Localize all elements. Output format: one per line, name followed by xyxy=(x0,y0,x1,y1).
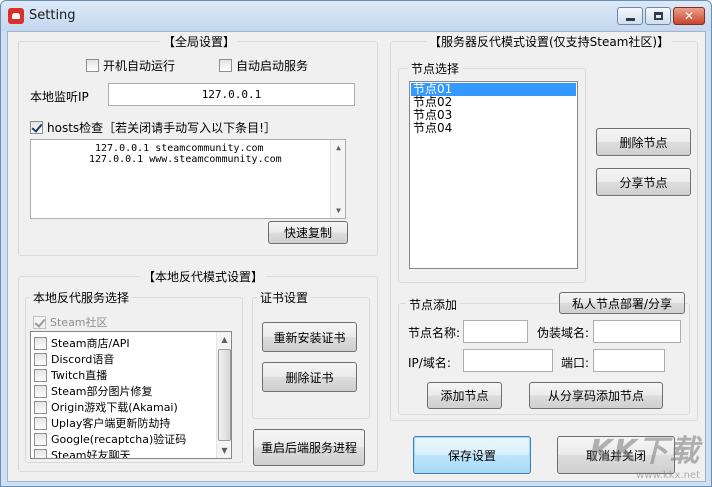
service-item[interactable]: Google(recaptcha)验证码 xyxy=(34,431,186,447)
hosts-check-box[interactable] xyxy=(30,121,43,134)
reinstall-cert-button[interactable]: 重新安装证书 xyxy=(262,322,357,352)
local-proxy-title: 【本地反代模式设置】 xyxy=(140,268,267,285)
service-select-label: 本地反代服务选择 xyxy=(30,289,133,306)
fake-domain-label: 伪装域名: xyxy=(537,326,590,340)
autoservice-checkbox[interactable]: 自动启动服务 xyxy=(219,57,308,74)
services-list: Steam商店/API Discord语音 Twitch直播 Steam部分图片修复 O… xyxy=(34,335,186,459)
app-icon xyxy=(8,8,24,24)
service-checkbox[interactable] xyxy=(34,416,47,430)
node-name-label: 节点名称: xyxy=(408,326,461,340)
scroll-down-icon[interactable]: ▼ xyxy=(217,443,231,458)
service-item[interactable]: Origin游戏下载(Akamai) xyxy=(34,399,186,415)
hosts-scrollbar[interactable]: ▲ ▼ xyxy=(330,140,345,218)
node-select-label: 节点选择 xyxy=(408,60,463,77)
add-node-button[interactable]: 添加节点 xyxy=(427,382,502,409)
autostart-label: 开机自动运行 xyxy=(103,59,176,73)
save-settings-button[interactable]: 保存设置 xyxy=(413,436,531,474)
service-checkbox[interactable] xyxy=(34,368,47,382)
ip-domain-label: IP/域名: xyxy=(408,356,451,370)
autoservice-box[interactable] xyxy=(219,59,232,72)
service-label: Google(recaptcha)验证码 xyxy=(51,433,187,446)
node-name-input[interactable] xyxy=(463,320,528,343)
add-from-share-code-button[interactable]: 从分享码添加节点 xyxy=(529,382,663,409)
share-node-button[interactable]: 分享节点 xyxy=(596,168,691,196)
hosts-entries-textarea[interactable]: 127.0.0.1 steamcommunity.com 127.0.0.1 w… xyxy=(30,139,346,219)
hosts-check-label: hosts检查［若关闭请手动写入以下条目!］ xyxy=(47,121,276,135)
delete-node-button[interactable]: 删除节点 xyxy=(596,128,691,156)
service-checkbox[interactable] xyxy=(34,448,47,458)
service-label: Twitch直播 xyxy=(51,369,108,382)
watermark-url: www.kkx.net xyxy=(636,470,700,481)
watermark: KK下载 www.kkx.net xyxy=(590,426,701,481)
service-item[interactable]: Twitch直播 xyxy=(34,367,186,383)
close-button[interactable]: ✕ xyxy=(673,7,705,25)
port-label: 端口: xyxy=(561,356,590,370)
service-label: Discord语音 xyxy=(51,353,115,366)
services-scroll-thumb[interactable] xyxy=(218,349,231,441)
close-icon: ✕ xyxy=(683,9,695,23)
node-listbox[interactable]: 节点01 节点02 节点03 节点04 xyxy=(409,81,578,269)
minimize-button[interactable] xyxy=(617,7,643,25)
scroll-up-icon[interactable]: ▲ xyxy=(217,332,231,347)
steam-community-checkbox: Steam社区 xyxy=(33,314,108,330)
cert-settings-group xyxy=(252,297,370,419)
node-list: 节点01 节点02 节点03 节点04 xyxy=(411,83,576,135)
listen-ip-label: 本地监听IP xyxy=(30,90,89,104)
restart-service-button[interactable]: 重启后端服务进程 xyxy=(253,429,365,466)
hosts-line-1: 127.0.0.1 steamcommunity.com xyxy=(95,143,264,154)
hosts-line-2: 127.0.0.1 www.steamcommunity.com xyxy=(89,154,282,165)
fake-domain-input[interactable] xyxy=(593,320,681,343)
maximize-button[interactable] xyxy=(645,7,671,25)
service-label: Steam部分图片修复 xyxy=(51,385,153,398)
private-deploy-button[interactable]: 私人节点部署/分享 xyxy=(559,292,685,314)
service-checkbox[interactable] xyxy=(34,400,47,414)
cert-settings-label: 证书设置 xyxy=(257,289,312,306)
service-checkbox[interactable] xyxy=(34,384,47,398)
service-item[interactable]: Steam商店/API xyxy=(34,335,186,351)
service-item[interactable]: Uplay客户端更新防劫持 xyxy=(34,415,186,431)
maximize-icon xyxy=(654,12,663,20)
service-label: Steam商店/API xyxy=(51,337,130,350)
services-checklist[interactable]: Steam商店/API Discord语音 Twitch直播 Steam部分图片修复 O… xyxy=(30,331,232,459)
title-bar[interactable]: Setting ✕ xyxy=(1,1,711,31)
service-label: Origin游戏下载(Akamai) xyxy=(51,401,178,414)
service-item[interactable]: Steam部分图片修复 xyxy=(34,383,186,399)
service-item[interactable]: Steam好友聊天 xyxy=(34,447,186,459)
service-checkbox[interactable] xyxy=(34,336,47,350)
ip-domain-input[interactable] xyxy=(463,349,553,372)
window-title: Setting xyxy=(29,8,76,23)
port-input[interactable] xyxy=(593,349,665,372)
service-checkbox[interactable] xyxy=(34,352,47,366)
server-proxy-title: 【服务器反代模式设置(仅支持Steam社区)】 xyxy=(426,33,673,50)
steam-community-label: Steam社区 xyxy=(50,316,108,329)
autoservice-label: 自动启动服务 xyxy=(236,59,309,73)
global-settings-title: 【全局设置】 xyxy=(160,33,239,50)
minimize-icon xyxy=(626,18,635,21)
autostart-checkbox[interactable]: 开机自动运行 xyxy=(86,57,175,74)
node-list-item[interactable]: 节点04 xyxy=(411,122,576,135)
service-label: Steam好友聊天 xyxy=(51,449,131,459)
services-scrollbar[interactable]: ▲ ▼ xyxy=(216,332,231,458)
delete-cert-button[interactable]: 删除证书 xyxy=(262,362,357,392)
node-add-label: 节点添加 xyxy=(406,296,461,313)
service-label: Uplay客户端更新防劫持 xyxy=(51,417,171,430)
quick-copy-button[interactable]: 快速复制 xyxy=(268,221,348,244)
steam-community-box xyxy=(33,315,46,329)
hosts-check-checkbox[interactable]: hosts检查［若关闭请手动写入以下条目!］ xyxy=(30,119,276,136)
autostart-box[interactable] xyxy=(86,59,99,72)
service-checkbox[interactable] xyxy=(34,432,47,446)
scroll-up-icon[interactable]: ▲ xyxy=(331,140,346,155)
service-item[interactable]: Discord语音 xyxy=(34,351,186,367)
watermark-logo: KK下载 xyxy=(589,434,700,469)
scroll-down-icon[interactable]: ▼ xyxy=(331,203,346,218)
listen-ip-input[interactable]: 127.0.0.1 xyxy=(108,83,355,106)
